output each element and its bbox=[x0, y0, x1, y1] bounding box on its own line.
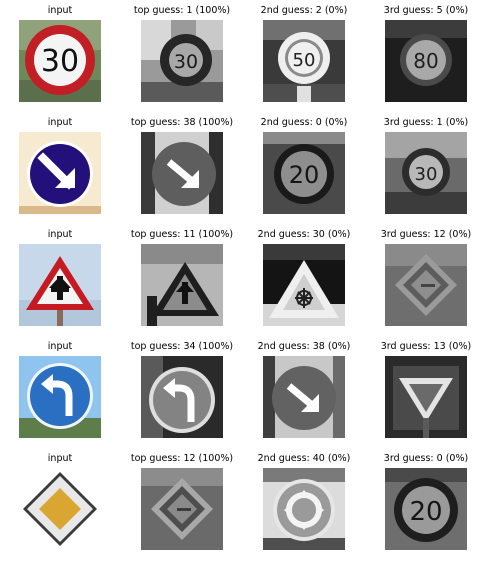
svg-text:50: 50 bbox=[293, 50, 316, 71]
cell-label: 3rd guess: 0 (0%) bbox=[383, 453, 469, 464]
prediction-grid: input 30 top guess: 1 (100%) 30 2nd gues… bbox=[0, 0, 492, 564]
cell-label: top guess: 12 (100%) bbox=[130, 453, 234, 464]
speed-limit-80-sign-image: 80 bbox=[385, 20, 467, 102]
svg-text:30: 30 bbox=[174, 51, 198, 73]
cell-label: 2nd guess: 0 (0%) bbox=[260, 117, 348, 128]
cell-label: top guess: 11 (100%) bbox=[130, 229, 234, 240]
speed-limit-50-sign-image: 50 bbox=[263, 20, 345, 102]
cell-label: 2nd guess: 40 (0%) bbox=[257, 453, 351, 464]
priority-road-sign-image bbox=[19, 468, 101, 550]
turn-left-ahead-sign-image bbox=[19, 356, 101, 438]
cell-label: 3rd guess: 1 (0%) bbox=[383, 117, 469, 128]
svg-text:30: 30 bbox=[41, 44, 79, 79]
speed-limit-20-sign-image: 20 bbox=[385, 468, 467, 550]
keep-right-sign-image bbox=[141, 132, 223, 214]
speed-limit-20-sign-image: 20 bbox=[263, 132, 345, 214]
ice-snow-sign-image bbox=[263, 244, 345, 326]
cell-label: 3rd guess: 13 (0%) bbox=[380, 341, 472, 352]
cell-label: top guess: 1 (100%) bbox=[133, 5, 231, 16]
cell-label: 3rd guess: 12 (0%) bbox=[380, 229, 472, 240]
cell-label: 2nd guess: 38 (0%) bbox=[257, 341, 351, 352]
turn-left-ahead-sign-image bbox=[141, 356, 223, 438]
keep-right-sign-image bbox=[263, 356, 345, 438]
speed-limit-30-sign-image: 30 bbox=[141, 20, 223, 102]
cell-label: 3rd guess: 5 (0%) bbox=[383, 5, 469, 16]
cell-label: top guess: 34 (100%) bbox=[130, 341, 234, 352]
priority-road-sign-image bbox=[141, 468, 223, 550]
yield-sign-image bbox=[385, 356, 467, 438]
speed-limit-30-sign-image: 30 bbox=[385, 132, 467, 214]
speed-limit-30-sign-image: 30 bbox=[19, 20, 101, 102]
svg-text:20: 20 bbox=[409, 497, 442, 527]
svg-text:80: 80 bbox=[413, 49, 438, 73]
right-of-way-sign-image bbox=[19, 244, 101, 326]
right-of-way-sign-image bbox=[141, 244, 223, 326]
svg-text:30: 30 bbox=[415, 164, 438, 185]
svg-text:20: 20 bbox=[289, 161, 320, 189]
cell-label: 2nd guess: 2 (0%) bbox=[260, 5, 348, 16]
priority-road-sign-image bbox=[385, 244, 467, 326]
cell-label: top guess: 38 (100%) bbox=[130, 117, 234, 128]
roundabout-sign-image bbox=[263, 468, 345, 550]
cell-label: 2nd guess: 30 (0%) bbox=[257, 229, 351, 240]
keep-right-sign-image bbox=[19, 132, 101, 214]
